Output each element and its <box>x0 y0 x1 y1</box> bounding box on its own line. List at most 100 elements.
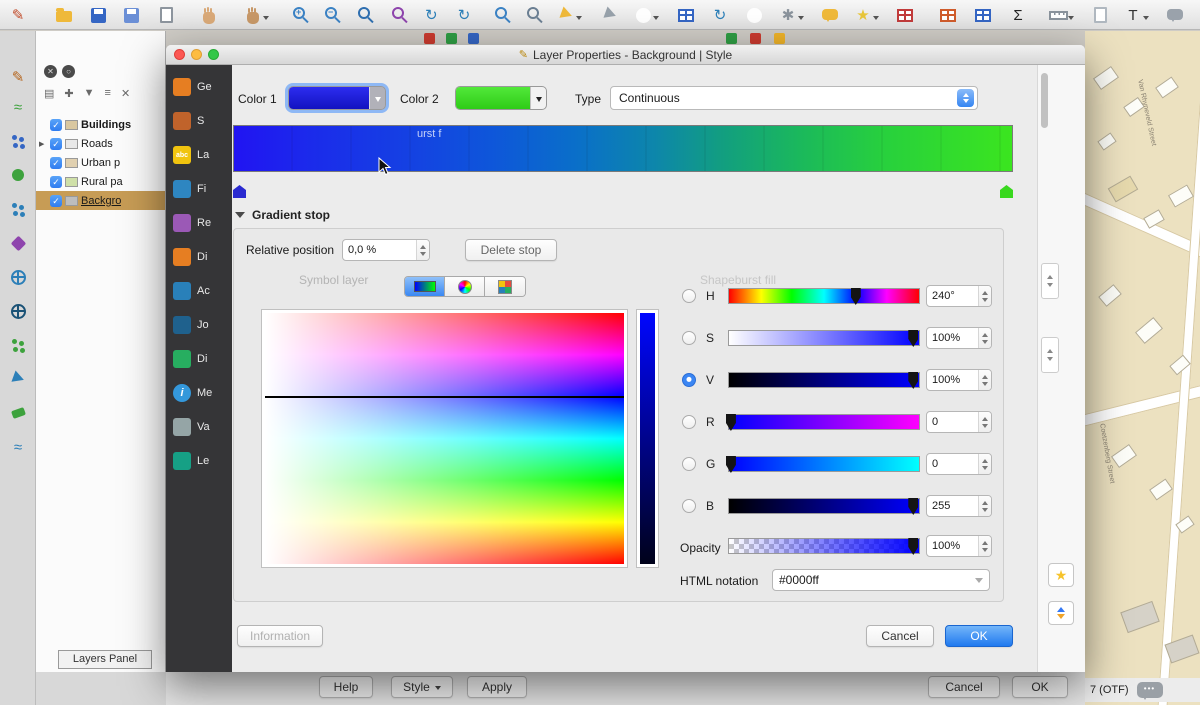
digitize-icon[interactable]: ≈ <box>6 95 30 119</box>
layer-visibility-checkbox[interactable]: ✓ <box>50 176 62 188</box>
properties-tab-legend[interactable]: Le <box>173 449 231 473</box>
properties-cancel-button[interactable]: Cancel <box>928 676 1000 698</box>
spin-stepper[interactable] <box>978 286 991 306</box>
form-annotation-icon[interactable] <box>1163 3 1187 27</box>
properties-tab-joins[interactable]: Jo <box>173 313 231 337</box>
add-group-icon[interactable]: ▤ <box>44 87 54 100</box>
layer-visibility-checkbox[interactable]: ✓ <box>50 138 62 150</box>
manage-layers-icon[interactable]: ✚ <box>64 87 73 100</box>
slider-handle[interactable] <box>851 288 861 305</box>
opacity-slider[interactable] <box>728 538 920 554</box>
channel-slider-g[interactable] <box>728 456 920 472</box>
statistics-icon[interactable]: Σ <box>1006 3 1030 27</box>
channel-spin-h[interactable]: 240° <box>926 285 992 307</box>
properties-tab-style[interactable]: S <box>173 109 231 133</box>
channel-slider-s[interactable] <box>728 330 920 346</box>
annotation-page-icon[interactable] <box>1088 3 1112 27</box>
color2-dropdown[interactable] <box>530 87 546 109</box>
spin-stepper[interactable] <box>978 328 991 348</box>
channel-spin-b[interactable]: 255 <box>926 495 992 517</box>
channel-radio-h[interactable] <box>682 289 696 303</box>
channel-spin-g[interactable]: 0 <box>926 453 992 475</box>
channel-slider-r[interactable] <box>728 414 920 430</box>
messages-bubble-icon[interactable]: ••• <box>1137 682 1163 698</box>
pan-map-icon[interactable] <box>197 3 221 27</box>
zoom-full-extent-icon[interactable] <box>350 3 374 27</box>
add-delimited-text-icon[interactable] <box>936 3 960 27</box>
ok-button[interactable]: OK <box>945 625 1013 647</box>
spin-stepper[interactable] <box>978 536 991 556</box>
layer-item[interactable]: ✓Buildings <box>36 115 165 134</box>
color1-dropdown[interactable] <box>369 87 385 109</box>
tab-swatches[interactable] <box>485 277 525 296</box>
channel-radio-g[interactable] <box>682 457 696 471</box>
layer-expander[interactable]: ▶ <box>39 140 47 148</box>
processing-toolbar-icon[interactable] <box>750 33 761 44</box>
type-combo[interactable]: Continuous <box>610 86 978 110</box>
dialog-titlebar[interactable]: ✎ Layer Properties - Background | Style <box>166 45 1085 65</box>
zoom-in-icon[interactable]: + <box>285 3 309 27</box>
delete-stop-button[interactable]: Delete stop <box>465 239 557 261</box>
collapse-triangle-icon[interactable] <box>235 212 245 223</box>
layer-item[interactable]: ▶✓Roads <box>36 134 165 153</box>
style-menu-button[interactable]: Style <box>391 676 453 698</box>
opacity-spin[interactable]: 100% <box>926 535 992 557</box>
properties-tab-general[interactable]: Ge <box>173 75 231 99</box>
random-points-icon[interactable] <box>6 333 30 357</box>
geometry-checker-icon[interactable]: ≈ <box>6 435 30 459</box>
slider-handle[interactable] <box>908 498 918 515</box>
color2-swatch[interactable] <box>455 86 547 110</box>
spin-stepper[interactable] <box>978 496 991 516</box>
color1-swatch[interactable] <box>288 86 386 110</box>
scrollbar-thumb[interactable] <box>1041 73 1048 128</box>
layer-item[interactable]: ✓Backgro <box>36 191 165 210</box>
close-window-icon[interactable] <box>174 49 185 60</box>
hidden-stepper[interactable] <box>1041 263 1059 299</box>
zoom-to-layer-icon[interactable] <box>487 3 511 27</box>
layer-item[interactable]: ✓Rural pa <box>36 172 165 191</box>
properties-ok-button[interactable]: OK <box>1012 676 1068 698</box>
web-plugin-icon[interactable] <box>6 265 30 289</box>
print-composer-icon[interactable] <box>154 3 178 27</box>
add-feature-icon[interactable] <box>6 197 30 221</box>
openstreetmap-icon[interactable] <box>6 299 30 323</box>
channel-radio-b[interactable] <box>682 499 696 513</box>
text-annotation-icon[interactable]: T <box>1121 3 1145 27</box>
processing-toolbar-icon[interactable] <box>774 33 785 44</box>
save-project-icon[interactable] <box>86 3 110 27</box>
properties-tab-labels[interactable]: abcLa <box>173 143 231 167</box>
spin-stepper[interactable] <box>978 454 991 474</box>
channel-slider-b[interactable] <box>728 498 920 514</box>
new-layer-icon[interactable] <box>893 3 917 27</box>
processing-toolbar-icon[interactable] <box>726 33 737 44</box>
slider-handle[interactable] <box>726 414 736 431</box>
annotation-pencil-icon[interactable]: ✎ <box>6 65 30 89</box>
layer-item[interactable]: ✓Urban p <box>36 153 165 172</box>
open-project-icon[interactable] <box>52 3 76 27</box>
gradient-stop-start-marker[interactable] <box>233 185 246 198</box>
properties-tab-rendering[interactable]: Re <box>173 211 231 235</box>
channel-radio-v[interactable] <box>682 373 696 387</box>
identify-features-icon[interactable]: i <box>631 3 655 27</box>
properties-tab-fields[interactable]: Fi <box>173 177 231 201</box>
move-feature-icon[interactable] <box>6 163 30 187</box>
edit-icon[interactable]: ✎ <box>6 3 30 27</box>
panel-collapse-icon[interactable]: ○ <box>62 65 75 78</box>
gradient-preview[interactable]: urst f <box>233 125 1013 172</box>
zoom-to-selection-icon[interactable] <box>384 3 408 27</box>
select-arrow-icon[interactable] <box>6 367 30 391</box>
select-features-icon[interactable] <box>554 3 578 27</box>
metadata-info-icon[interactable]: i <box>742 3 766 27</box>
pan-to-selection-icon[interactable] <box>241 3 265 27</box>
channel-radio-s[interactable] <box>682 331 696 345</box>
properties-tab-display[interactable]: Di <box>173 245 231 269</box>
relative-position-spin[interactable]: 0,0 % <box>342 239 430 261</box>
slider-handle[interactable] <box>908 330 918 347</box>
channel-slider-h[interactable] <box>728 288 920 304</box>
spin-stepper[interactable] <box>416 240 429 260</box>
minimize-window-icon[interactable] <box>191 49 202 60</box>
gradient-stop-end-marker[interactable] <box>1000 185 1013 198</box>
map-tips-icon[interactable] <box>818 3 842 27</box>
digitizing-toolbar-icon[interactable] <box>468 33 479 44</box>
apply-button[interactable]: Apply <box>467 676 527 698</box>
